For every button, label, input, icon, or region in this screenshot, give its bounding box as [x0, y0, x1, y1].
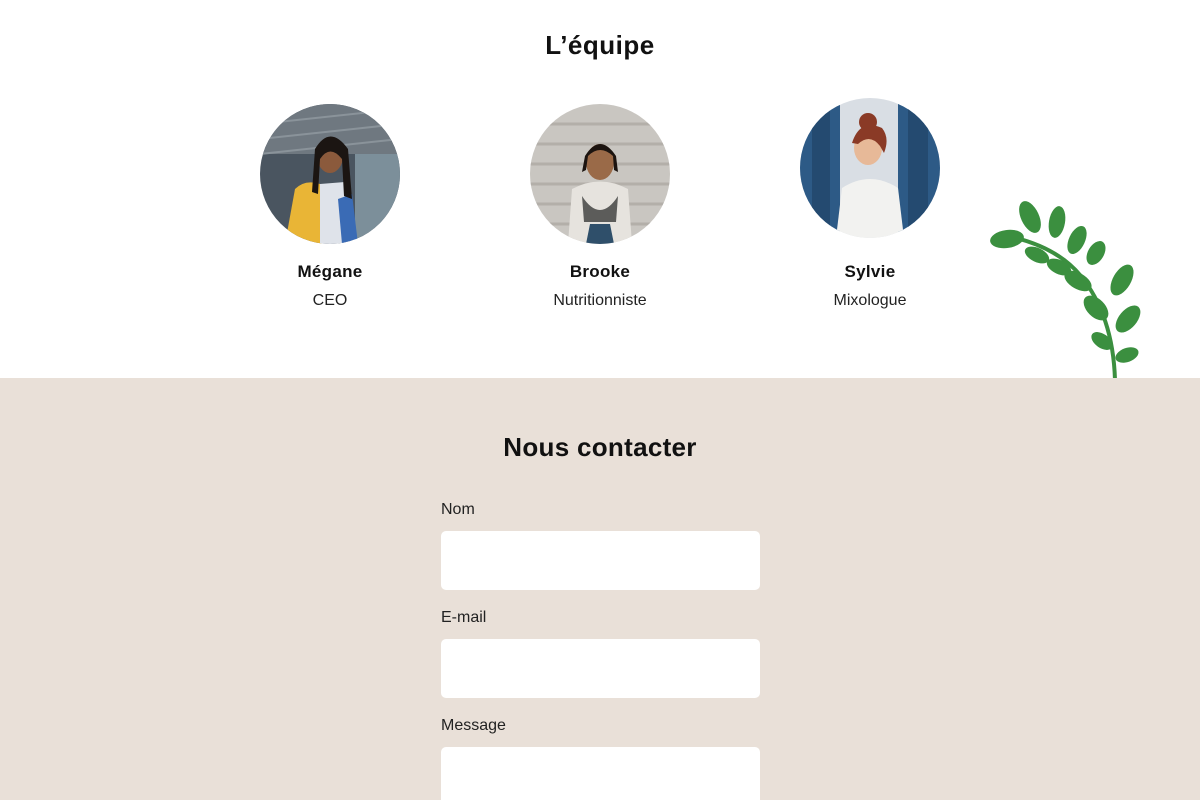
message-label: Message	[441, 717, 506, 734]
member-photo-sylvie	[800, 98, 940, 238]
member-name: Brooke	[569, 262, 631, 281]
member-role: Mixologue	[833, 292, 907, 309]
team-member-card: Mégane CEO	[230, 104, 430, 310]
member-photo-megane	[260, 104, 400, 244]
team-section: L’équipe Mégane CEO Brooke Nutritionnist…	[0, 0, 1200, 382]
member-name: Sylvie	[844, 262, 896, 281]
team-member-card: Brooke Nutritionniste	[500, 104, 700, 310]
contact-title: Nous contacter	[503, 432, 697, 462]
member-role: CEO	[312, 292, 348, 309]
name-field[interactable]	[441, 531, 760, 590]
member-photo-brooke	[530, 104, 670, 244]
email-field[interactable]	[441, 639, 760, 698]
team-title: L’équipe	[545, 30, 655, 60]
member-name: Mégane	[297, 262, 363, 281]
name-label: Nom	[441, 501, 475, 518]
contact-section: Nous contacter Nom E-mail Message	[0, 378, 1200, 800]
email-label: E-mail	[441, 609, 487, 626]
message-field[interactable]	[441, 747, 760, 800]
leaf-branch-icon	[990, 201, 1141, 382]
member-role: Nutritionniste	[553, 292, 647, 309]
team-member-card: Sylvie Mixologue	[770, 98, 970, 310]
